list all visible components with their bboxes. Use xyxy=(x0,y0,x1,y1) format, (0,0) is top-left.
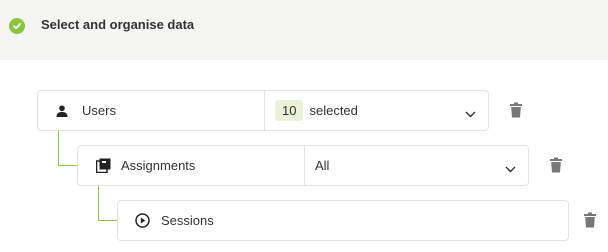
play-circle-icon xyxy=(135,213,150,228)
trash-icon xyxy=(510,102,522,118)
row-label-users: Users xyxy=(38,91,116,130)
row-label-sessions: Sessions xyxy=(118,201,214,240)
delete-sessions-button[interactable] xyxy=(583,212,597,228)
data-row-sessions: Sessions xyxy=(117,200,569,241)
data-row-users: Users 10 selected xyxy=(37,90,489,131)
selection-text: selected xyxy=(309,103,358,118)
row-label: Users xyxy=(82,103,116,118)
selected-count-badge: 10 xyxy=(275,100,304,121)
stack-icon xyxy=(95,158,111,174)
delete-users-button[interactable] xyxy=(509,102,523,118)
data-row-assignments: Assignments All xyxy=(77,145,529,186)
tree-connector-assignments-sessions xyxy=(98,186,118,221)
trash-icon xyxy=(584,212,596,228)
check-circle-icon xyxy=(9,18,25,34)
step-title: Select and organise data xyxy=(41,17,195,32)
chevron-down-icon xyxy=(505,160,516,178)
tree-connector-users-assignments xyxy=(58,131,78,166)
delete-assignments-button[interactable] xyxy=(549,157,563,173)
row-label-assignments: Assignments xyxy=(78,146,195,185)
users-selection-dropdown[interactable]: 10 selected xyxy=(264,91,488,130)
chevron-down-icon xyxy=(465,105,476,123)
step-header: Select and organise data xyxy=(0,0,608,60)
user-icon xyxy=(55,104,69,118)
trash-icon xyxy=(550,157,562,173)
row-label: Assignments xyxy=(121,158,196,173)
assignments-selection-dropdown[interactable]: All xyxy=(304,146,528,185)
row-label: Sessions xyxy=(161,213,214,228)
selection-text: All xyxy=(315,158,330,173)
